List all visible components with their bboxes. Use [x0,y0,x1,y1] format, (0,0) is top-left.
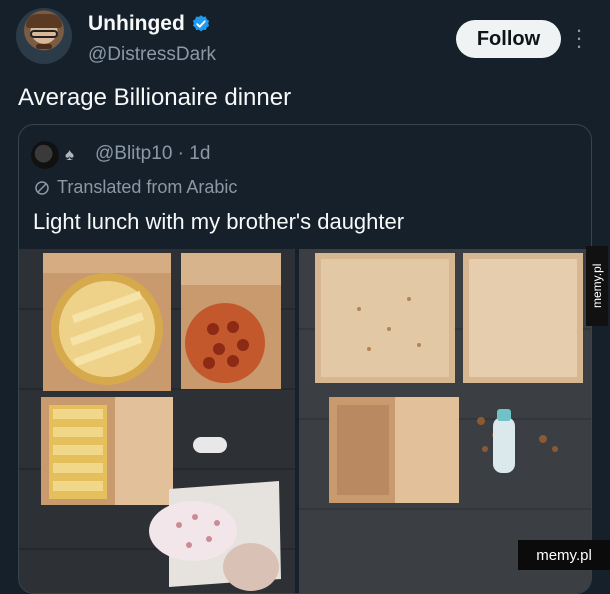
quoted-tweet[interactable]: ♠ @Blitp10 · 1d Translated from Arabic L… [18,124,592,594]
quoted-tweet-text: Light lunch with my brother's daughter [33,209,405,234]
translated-note: Translated from Arabic [33,177,237,198]
avatar-mustache [36,44,52,49]
author-avatar[interactable] [16,8,72,64]
avatar-hair [26,14,62,28]
verified-badge-icon [192,15,209,32]
author-name-row: Unhinged [88,12,211,36]
quoted-handle-time: @Blitp10 · 1d [95,143,211,164]
translate-globe-icon [35,180,49,195]
follow-button[interactable]: Follow [456,20,561,58]
spade-icon: ♠ [65,145,75,164]
author-handle[interactable]: @DistressDark [88,44,216,66]
watermark-side: memy.pl [586,246,608,326]
author-display-name[interactable]: Unhinged [88,12,185,36]
more-options-icon[interactable]: · · · [574,19,584,57]
tweet-text: Average Billionaire dinner [18,84,292,111]
avatar-glasses [30,30,58,38]
photo-before[interactable] [19,249,295,593]
quoted-author-avatar[interactable] [31,141,59,169]
translated-note-label: Translated from Arabic [57,177,238,197]
watermark-bottom: memy.pl [518,540,610,570]
photo-before-image [19,249,295,593]
